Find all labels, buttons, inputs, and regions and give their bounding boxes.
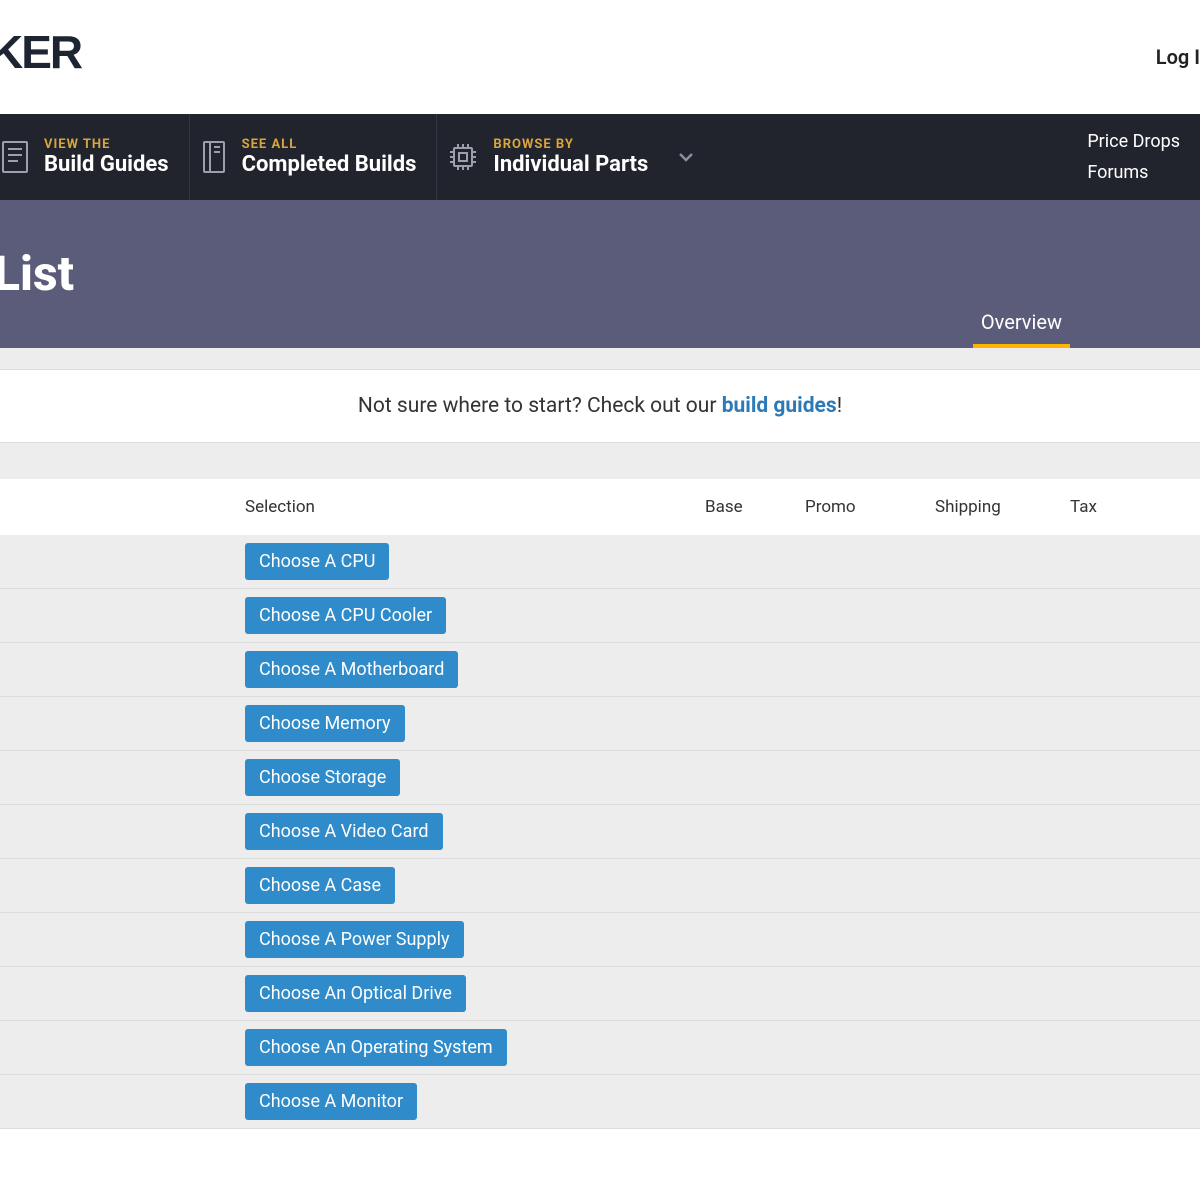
choose-motherboard-button[interactable]: Choose A Motherboard xyxy=(245,651,458,688)
helper-prefix: Not sure where to start? Check out our xyxy=(358,394,722,418)
choose-cpu-button[interactable]: Choose A CPU xyxy=(245,543,389,580)
col-tax: Tax xyxy=(1070,497,1130,517)
nav-right: Price Drops Forums xyxy=(1067,114,1200,200)
choose-operating-system-button[interactable]: Choose An Operating System xyxy=(245,1029,507,1066)
choose-optical-drive-button[interactable]: Choose An Optical Drive xyxy=(245,975,466,1012)
choose-power-supply-button[interactable]: Choose A Power Supply xyxy=(245,921,464,958)
table-row: Choose A Case xyxy=(0,859,1200,913)
table-row: Choose A CPU Cooler xyxy=(0,589,1200,643)
table-row: Choose A Video Card xyxy=(0,805,1200,859)
choose-cpu-cooler-button[interactable]: Choose A CPU Cooler xyxy=(245,597,446,634)
table-body: Choose A CPU Choose A CPU Cooler Choose … xyxy=(0,535,1200,1129)
nav-forums[interactable]: Forums xyxy=(1087,162,1180,183)
col-selection: Selection xyxy=(245,497,705,517)
separator xyxy=(0,348,1200,370)
table-row: Choose A Power Supply xyxy=(0,913,1200,967)
navbar: VIEW THE Build Guides SEE ALL Completed … xyxy=(0,114,1200,200)
helper-banner: Not sure where to start? Check out our b… xyxy=(0,370,1200,443)
nav-price-drops[interactable]: Price Drops xyxy=(1087,131,1180,152)
site-logo[interactable]: KER xyxy=(0,25,81,79)
choose-monitor-button[interactable]: Choose A Monitor xyxy=(245,1083,417,1120)
nav-title: Completed Builds xyxy=(242,152,417,177)
table-row: Choose A CPU xyxy=(0,535,1200,589)
table-row: Choose An Optical Drive xyxy=(0,967,1200,1021)
nav-build-guides[interactable]: VIEW THE Build Guides xyxy=(0,114,190,200)
guide-icon xyxy=(0,139,30,175)
table-row: Choose An Operating System xyxy=(0,1021,1200,1075)
choose-video-card-button[interactable]: Choose A Video Card xyxy=(245,813,443,850)
nav-eyebrow: VIEW THE xyxy=(44,137,169,152)
nav-title: Build Guides xyxy=(44,152,169,177)
nav-individual-parts[interactable]: BROWSE BY Individual Parts xyxy=(437,114,716,200)
choose-case-button[interactable]: Choose A Case xyxy=(245,867,395,904)
table-row: Choose Memory xyxy=(0,697,1200,751)
col-base: Base xyxy=(705,497,805,517)
choose-storage-button[interactable]: Choose Storage xyxy=(245,759,400,796)
cpu-icon xyxy=(447,141,479,173)
helper-link[interactable]: build guides xyxy=(722,394,837,418)
nav-eyebrow: SEE ALL xyxy=(242,137,417,152)
col-promo: Promo xyxy=(805,497,935,517)
helper-suffix: ! xyxy=(837,394,842,418)
topbar: KER Log I xyxy=(0,0,1200,114)
chevron-down-icon xyxy=(676,147,696,167)
page-title: List xyxy=(0,245,74,302)
page-header: List Overview xyxy=(0,200,1200,348)
separator xyxy=(0,443,1200,479)
col-shipping: Shipping xyxy=(935,497,1070,517)
tab-overview[interactable]: Overview xyxy=(973,300,1070,348)
nav-eyebrow: BROWSE BY xyxy=(493,137,648,152)
nav-completed-builds[interactable]: SEE ALL Completed Builds xyxy=(190,114,438,200)
tower-icon xyxy=(200,139,228,175)
table-row: Choose A Monitor xyxy=(0,1075,1200,1129)
table-row: Choose A Motherboard xyxy=(0,643,1200,697)
table-row: Choose Storage xyxy=(0,751,1200,805)
table-header: Selection Base Promo Shipping Tax xyxy=(0,479,1200,535)
nav-title: Individual Parts xyxy=(493,152,648,177)
login-link[interactable]: Log I xyxy=(1156,45,1200,69)
choose-memory-button[interactable]: Choose Memory xyxy=(245,705,405,742)
